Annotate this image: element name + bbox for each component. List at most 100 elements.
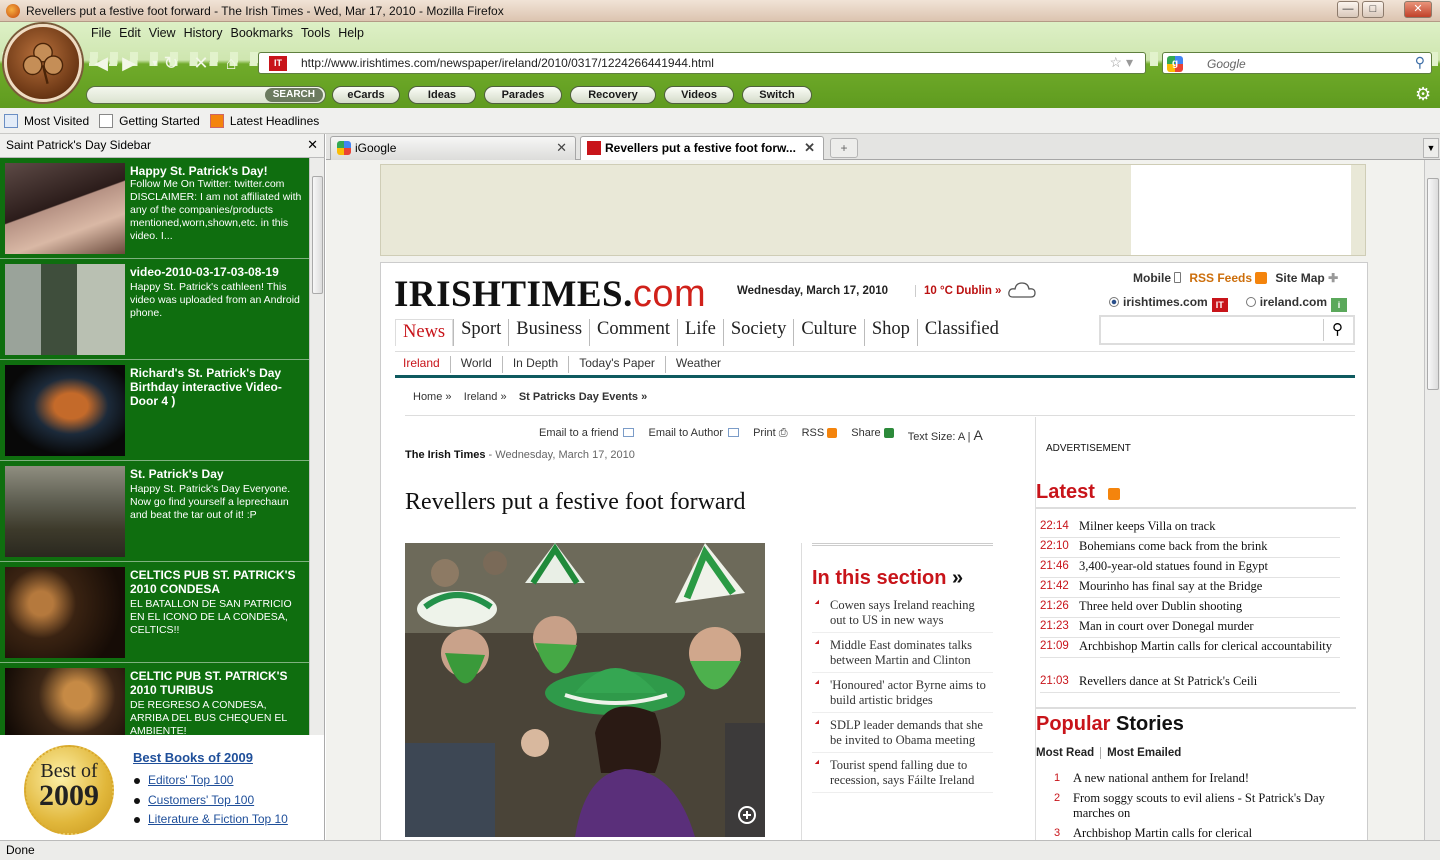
- latest-item[interactable]: 21:26 Three held over Dublin shooting: [1040, 599, 1340, 618]
- section-item[interactable]: Middle East dominates talks between Mart…: [812, 638, 993, 673]
- subnav-world[interactable]: World: [449, 356, 502, 373]
- video-thumbnail[interactable]: [5, 567, 125, 658]
- article-photo[interactable]: [405, 543, 765, 837]
- mobile-link[interactable]: Mobile: [1133, 271, 1182, 285]
- latest-headline[interactable]: Mourinho has final say at the Bridge: [1079, 579, 1340, 594]
- video-item[interactable]: St. Patrick's Day Happy St. Patrick's Da…: [0, 461, 309, 562]
- radio-icon[interactable]: [1245, 297, 1256, 307]
- toolbar-search-input[interactable]: SEARCH: [86, 86, 326, 104]
- subnav-weather[interactable]: Weather: [664, 356, 731, 373]
- section-item[interactable]: Cowen says Ireland reaching out to US in…: [812, 598, 993, 633]
- editors-top-100-link[interactable]: Editors' Top 100: [133, 771, 288, 791]
- switch-button[interactable]: Switch: [742, 86, 812, 104]
- menu-file[interactable]: File: [90, 24, 118, 44]
- popular-headline[interactable]: From soggy scouts to evil aliens - St Pa…: [1073, 791, 1356, 821]
- video-title[interactable]: video-2010-03-17-03-08-19: [130, 265, 305, 279]
- nav-classified[interactable]: Classified: [916, 319, 1006, 346]
- tab-close-icon[interactable]: ✕: [556, 140, 567, 156]
- bookmark-most-visited[interactable]: Most Visited: [4, 113, 89, 128]
- nav-news[interactable]: News: [395, 319, 454, 346]
- latest-headline[interactable]: Archbishop Martin calls for clerical acc…: [1079, 639, 1340, 654]
- menu-bookmarks[interactable]: Bookmarks: [229, 24, 300, 44]
- videos-button[interactable]: Videos: [664, 86, 734, 104]
- nav-culture[interactable]: Culture: [793, 319, 864, 346]
- latest-headline[interactable]: Three held over Dublin shooting: [1079, 599, 1340, 614]
- best-of-2009-badge[interactable]: Best of 2009: [24, 745, 114, 835]
- radio-irishtimes[interactable]: irishtimes.com IT: [1109, 295, 1228, 312]
- popular-item[interactable]: 2 From soggy scouts to evil aliens - St P…: [1040, 791, 1356, 821]
- tab-close-icon[interactable]: ✕: [804, 140, 815, 156]
- search-box[interactable]: g Google ⚲: [1162, 52, 1432, 74]
- latest-item[interactable]: 22:10 Bohemians come back from the brink: [1040, 539, 1340, 558]
- subnav-ireland[interactable]: Ireland: [395, 356, 450, 373]
- tab-igoogle[interactable]: iGoogle ✕: [330, 136, 576, 160]
- home-icon[interactable]: ⌂: [220, 52, 242, 74]
- subnav-in-depth[interactable]: In Depth: [501, 356, 568, 373]
- video-item[interactable]: Richard's St. Patrick's Day Birthday int…: [0, 360, 309, 461]
- video-title[interactable]: CELTICS PUB ST. PATRICK'S 2010 CONDESA: [130, 568, 305, 596]
- breadcrumb-home[interactable]: Home »: [413, 391, 452, 403]
- popular-item[interactable]: 1 A new national anthem for Ireland!: [1040, 771, 1356, 786]
- stop-icon[interactable]: ✕: [190, 52, 212, 74]
- share-link[interactable]: Share: [851, 427, 894, 443]
- menu-edit[interactable]: Edit: [118, 24, 148, 44]
- popular-item[interactable]: 3 Archbishop Martin calls for clerical: [1040, 826, 1356, 840]
- nav-sport[interactable]: Sport: [453, 319, 508, 346]
- menu-help[interactable]: Help: [337, 24, 371, 44]
- video-item[interactable]: Happy St. Patrick's Day! Follow Me On Tw…: [0, 158, 309, 259]
- text-size-large[interactable]: A: [974, 427, 983, 443]
- section-item[interactable]: SDLP leader demands that she be invited …: [812, 718, 993, 753]
- video-title[interactable]: CELTIC PUB ST. PATRICK'S 2010 TURIBUS: [130, 669, 305, 697]
- latest-headline[interactable]: Milner keeps Villa on track: [1079, 519, 1340, 534]
- toolbar-search-button[interactable]: SEARCH: [264, 88, 323, 102]
- latest-heading[interactable]: Latest: [1036, 481, 1121, 504]
- nav-society[interactable]: Society: [722, 319, 794, 346]
- section-item[interactable]: Tourist spend falling due to recession, …: [812, 758, 993, 793]
- weather-link[interactable]: 10 °C Dublin »: [915, 285, 1001, 297]
- back-icon[interactable]: ◀: [90, 52, 112, 74]
- video-thumbnail[interactable]: [5, 264, 125, 355]
- sidebar-close-icon[interactable]: ✕: [307, 137, 318, 153]
- ideas-button[interactable]: Ideas: [408, 86, 476, 104]
- menu-tools[interactable]: Tools: [300, 24, 337, 44]
- ecards-button[interactable]: eCards: [332, 86, 400, 104]
- video-item[interactable]: video-2010-03-17-03-08-19 Happy St. Patr…: [0, 259, 309, 360]
- nav-life[interactable]: Life: [677, 319, 723, 346]
- breadcrumb-ireland[interactable]: Ireland »: [464, 391, 507, 403]
- shamrock-logo-icon[interactable]: [4, 24, 82, 102]
- video-title[interactable]: Happy St. Patrick's Day!: [130, 164, 305, 178]
- maximize-button[interactable]: □: [1362, 1, 1384, 18]
- bookmark-star-icon[interactable]: ☆ ▾: [1110, 54, 1133, 71]
- nav-shop[interactable]: Shop: [863, 319, 917, 346]
- parades-button[interactable]: Parades: [484, 86, 562, 104]
- close-window-button[interactable]: ✕: [1404, 1, 1432, 18]
- top-banner-ad[interactable]: [380, 164, 1366, 256]
- literature-fiction-link[interactable]: Literature & Fiction Top 10: [133, 810, 288, 830]
- nav-comment[interactable]: Comment: [589, 319, 677, 346]
- magnifier-icon[interactable]: ⚲: [1415, 54, 1425, 71]
- google-icon[interactable]: g: [1167, 56, 1183, 72]
- address-bar[interactable]: IT http://www.irishtimes.com/newspaper/i…: [258, 52, 1146, 74]
- menu-view[interactable]: View: [148, 24, 183, 44]
- minimize-button[interactable]: —: [1337, 1, 1359, 18]
- latest-headline[interactable]: 3,400-year-old statues found in Egypt: [1079, 559, 1340, 574]
- video-thumbnail[interactable]: [5, 163, 125, 254]
- page-scrollbar[interactable]: [1424, 160, 1440, 840]
- section-item[interactable]: 'Honoured' actor Byrne aims to build art…: [812, 678, 993, 713]
- video-title[interactable]: Richard's St. Patrick's Day Birthday int…: [130, 366, 305, 408]
- site-map-link[interactable]: Site Map ✚: [1275, 271, 1338, 285]
- video-thumbnail[interactable]: [5, 466, 125, 557]
- nav-business[interactable]: Business: [508, 319, 589, 346]
- breadcrumb-events[interactable]: St Patricks Day Events »: [519, 391, 647, 403]
- email-author-link[interactable]: Email to Author: [648, 427, 740, 443]
- radio-selected-icon[interactable]: [1109, 297, 1119, 307]
- video-item[interactable]: CELTICS PUB ST. PATRICK'S 2010 CONDESA E…: [0, 562, 309, 663]
- email-friend-link[interactable]: Email to a friend: [539, 427, 635, 443]
- search-placeholder[interactable]: Google: [1207, 57, 1246, 71]
- latest-headline[interactable]: Bohemians come back from the brink: [1079, 539, 1340, 554]
- bookmark-latest-headlines[interactable]: Latest Headlines: [209, 113, 319, 128]
- latest-item[interactable]: 21:03 Revellers dance at St Patrick's Cei…: [1040, 674, 1340, 693]
- rss-link[interactable]: RSS: [802, 427, 838, 443]
- tab-irish-times[interactable]: Revellers put a festive foot forw... ✕: [580, 136, 824, 160]
- radio-ireland[interactable]: ireland.com i: [1245, 295, 1348, 312]
